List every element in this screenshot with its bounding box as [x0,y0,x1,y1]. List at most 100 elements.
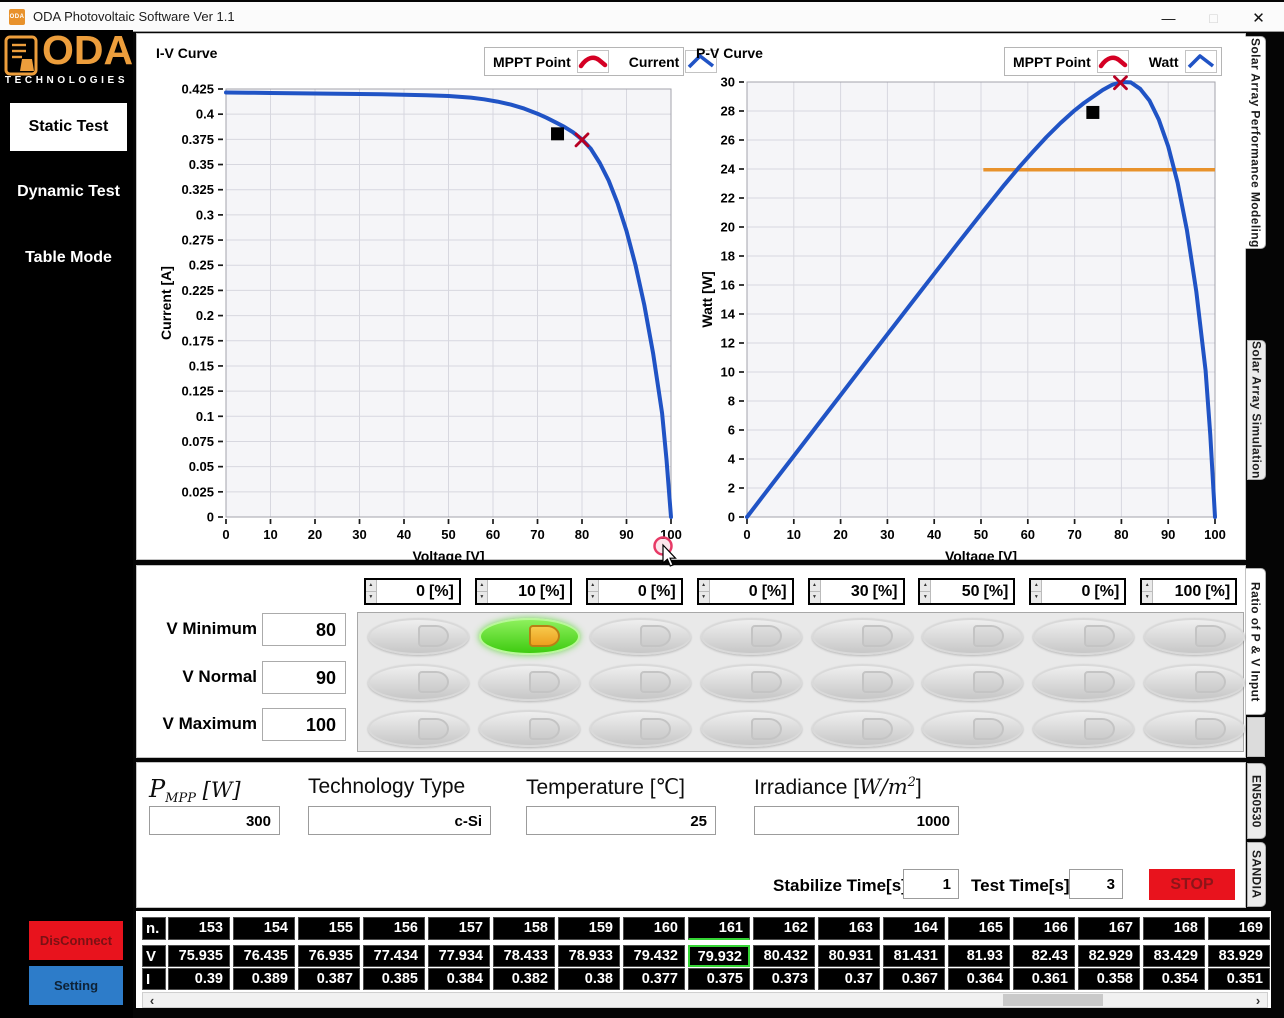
ratio-toggle-r2c8[interactable] [1144,664,1245,701]
percent-spinner-1[interactable]: ▲▼0[%] [364,578,461,605]
ratio-toggle-r3c5[interactable] [812,710,913,747]
table-col-161: 16179.9320.375 [688,917,750,990]
ratio-toggle-r3c2[interactable] [479,710,580,747]
v-minimum-input[interactable]: 80 [262,613,346,646]
tab-sandia[interactable]: SANDIA [1247,842,1266,907]
ratio-toggle-r1c1[interactable] [368,618,469,655]
toggle-knob [973,671,1004,693]
percent-value[interactable]: 0 [377,583,429,601]
svg-text:40: 40 [927,527,941,542]
pmpp-input[interactable]: 300 [149,806,280,835]
percent-spinner-5[interactable]: ▲▼30[%] [808,578,905,605]
increment-arrow-icon[interactable]: ▲ [810,580,820,592]
params-panel: PMPP [W] 300 Technology Type c-Si Temper… [136,762,1246,908]
decrement-arrow-icon[interactable]: ▼ [366,592,376,603]
close-button[interactable]: ✕ [1236,4,1281,31]
maximize-button[interactable]: □ [1191,4,1236,31]
percent-spinner-2[interactable]: ▲▼10[%] [475,578,572,605]
cell-v-164: 81.431 [883,945,945,967]
increment-arrow-icon[interactable]: ▲ [1031,580,1041,592]
toggle-knob [973,625,1004,647]
percent-spinner-6[interactable]: ▲▼50[%] [918,578,1015,605]
tab-en50530[interactable]: EN50530 [1247,763,1266,839]
cell-v-165: 81.93 [948,945,1010,967]
ratio-toggle-r2c5[interactable] [812,664,913,701]
percent-value[interactable]: 50 [931,583,983,601]
decrement-arrow-icon[interactable]: ▼ [588,592,598,603]
percent-spinner-7[interactable]: ▲▼0[%] [1029,578,1126,605]
stabilize-time-input[interactable]: 1 [903,869,959,899]
disconnect-button[interactable]: DisConnect [29,921,123,960]
minimize-button[interactable]: — [1146,4,1191,31]
ratio-toggle-r3c8[interactable] [1144,710,1245,747]
decrement-arrow-icon[interactable]: ▼ [699,592,709,603]
percent-value[interactable]: 100 [1153,583,1205,601]
increment-arrow-icon[interactable]: ▲ [477,580,487,592]
decrement-arrow-icon[interactable]: ▼ [1142,592,1152,603]
increment-arrow-icon[interactable]: ▲ [366,580,376,592]
percent-spinner-8[interactable]: ▲▼100[%] [1140,578,1237,605]
svg-text:Voltage [V]: Voltage [V] [945,548,1017,561]
ratio-toggle-r1c7[interactable] [1033,618,1134,655]
ratio-toggle-r1c4[interactable] [701,618,802,655]
decrement-arrow-icon[interactable]: ▼ [1031,592,1041,603]
svg-text:28: 28 [721,104,735,119]
ratio-toggle-r1c5[interactable] [812,618,913,655]
decrement-arrow-icon[interactable]: ▼ [810,592,820,603]
ratio-toggle-r3c6[interactable] [922,710,1023,747]
technology-type-input[interactable]: c-Si [308,806,491,835]
ratio-toggle-r1c8[interactable] [1144,618,1245,655]
setting-button[interactable]: Setting [29,966,123,1005]
cell-n-157: 157 [428,917,490,940]
tab-solar-array-performance-modeling[interactable]: Solar Array Performance Modeling [1245,36,1266,249]
increment-arrow-icon[interactable]: ▲ [588,580,598,592]
percent-value[interactable]: 10 [488,583,540,601]
svg-text:22: 22 [721,191,735,206]
ratio-toggle-r2c7[interactable] [1033,664,1134,701]
ratio-toggle-r2c3[interactable] [590,664,691,701]
scroll-right-icon[interactable]: › [1249,993,1267,1007]
decrement-arrow-icon[interactable]: ▼ [477,592,487,603]
scroll-left-icon[interactable]: ‹ [143,993,161,1007]
v-normal-input[interactable]: 90 [262,661,346,694]
v-maximum-input[interactable]: 100 [262,708,346,741]
percent-value[interactable]: 0 [710,583,762,601]
ratio-toggle-r1c2[interactable] [479,618,580,655]
temperature-input[interactable]: 25 [526,806,716,835]
increment-arrow-icon[interactable]: ▲ [699,580,709,592]
ratio-toggle-r2c6[interactable] [922,664,1023,701]
tab-solar-array-simulation[interactable]: Solar Array Simulation [1247,340,1266,480]
ratio-toggle-r1c3[interactable] [590,618,691,655]
ratio-toggle-r3c7[interactable] [1033,710,1134,747]
ratio-toggle-r3c4[interactable] [701,710,802,747]
sidebar-item-table-mode[interactable]: Table Mode [10,235,127,281]
increment-arrow-icon[interactable]: ▲ [920,580,930,592]
cell-v-155: 76.935 [298,945,360,967]
percent-value[interactable]: 30 [821,583,873,601]
svg-text:60: 60 [1021,527,1035,542]
tab-strip-corner [1247,717,1265,757]
percent-spinner-4[interactable]: ▲▼0[%] [697,578,794,605]
increment-arrow-icon[interactable]: ▲ [1142,580,1152,592]
table-horizontal-scrollbar[interactable]: ‹ › [142,992,1268,1008]
percent-value[interactable]: 0 [1042,583,1094,601]
percent-spinner-3[interactable]: ▲▼0[%] [586,578,683,605]
tab-ratio-of-p-v-input[interactable]: Ratio of P & V Input [1245,568,1266,715]
ratio-toggle-r2c4[interactable] [701,664,802,701]
stop-button[interactable]: STOP [1149,869,1235,900]
ratio-toggle-r3c3[interactable] [590,710,691,747]
scrollbar-thumb[interactable] [1003,994,1103,1006]
toggle-knob [418,718,449,740]
irradiance-input[interactable]: 1000 [754,806,959,835]
test-time-input[interactable]: 3 [1069,869,1123,899]
decrement-arrow-icon[interactable]: ▼ [920,592,930,603]
sidebar-item-static-test[interactable]: Static Test [10,103,127,151]
ratio-toggle-r1c6[interactable] [922,618,1023,655]
ratio-toggle-r2c1[interactable] [368,664,469,701]
toggle-knob [529,671,560,693]
percent-value[interactable]: 0 [599,583,651,601]
sidebar-item-dynamic-test[interactable]: Dynamic Test [10,169,127,215]
ratio-toggle-r2c2[interactable] [479,664,580,701]
cell-v-154: 76.435 [233,945,295,967]
ratio-toggle-r3c1[interactable] [368,710,469,747]
